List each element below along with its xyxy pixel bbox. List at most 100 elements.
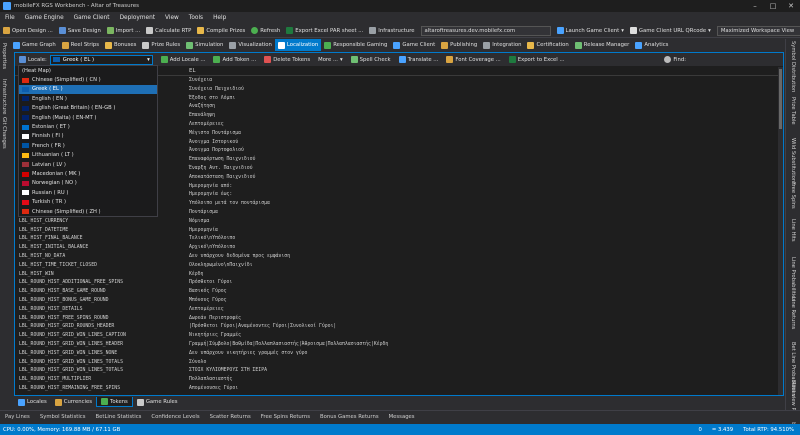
token-value-el[interactable]: Γραμμή|Σύμβολο|Βαθμίδα|Πολλαπλασιαστής|Ά… bbox=[189, 342, 388, 347]
spell-check-button[interactable]: Spell Check bbox=[347, 56, 395, 63]
tab-release-manager[interactable]: Release Manager bbox=[572, 39, 633, 51]
table-row[interactable]: LBL_ROUND_HIST_GRID_WIN_LINES_TOTALS Σύνο… bbox=[15, 359, 783, 368]
token-value-el[interactable]: Αποκατάσταση Παιχνιδιού bbox=[189, 175, 255, 180]
bottom-tab-confidence-levels[interactable]: Confidence Levels bbox=[146, 414, 204, 420]
table-row[interactable]: LBL_HIST_CURRENCY Νόμισμα bbox=[15, 218, 783, 227]
open-design-button[interactable]: Open Design ... bbox=[0, 27, 56, 34]
token-value-el[interactable]: Δωρεάν Περιστροφές bbox=[189, 316, 241, 321]
tab-visualization[interactable]: Visualization bbox=[226, 39, 274, 51]
locale-option[interactable]: Estonian ( ET ) bbox=[19, 122, 157, 131]
infrastructure-side-tab[interactable]: Infrastructure bbox=[1, 79, 7, 115]
token-value-el[interactable]: Πρόσθετοι Γύροι bbox=[189, 280, 232, 285]
locale-combo[interactable]: Greek ( EL ) ▾ bbox=[49, 54, 153, 65]
locale-option[interactable]: Finnish ( FI ) bbox=[19, 132, 157, 141]
more-button[interactable]: More ... ▾ bbox=[314, 57, 347, 63]
table-row[interactable]: LBL_HIST_WIN Κέρδη bbox=[15, 271, 783, 280]
token-value-el[interactable]: Λεπτομέρειες bbox=[189, 122, 224, 127]
tab-analytics[interactable]: Analytics bbox=[632, 39, 671, 51]
git-changes-side-tab[interactable]: Git Changes bbox=[1, 117, 7, 149]
token-value-el[interactable]: Λεπτομέρειες bbox=[189, 307, 224, 312]
side-tab-line-hits[interactable]: Line Hits bbox=[790, 219, 796, 242]
qrcode-button[interactable]: Game Client URL QRcode ▾ bbox=[627, 27, 714, 34]
locale-option[interactable]: English ( EN ) bbox=[19, 94, 157, 103]
properties-side-tab[interactable]: Properties bbox=[1, 43, 7, 69]
tab-simulation[interactable]: Simulation bbox=[183, 39, 226, 51]
side-tab-prize-table[interactable]: Prize Table bbox=[790, 97, 796, 125]
token-value-el[interactable]: ΣΤΟΙΧ ΚΥΛΙΟΜΕΡΟΥΣ ΣΤΗ ΣΕΙΡΑ bbox=[189, 368, 267, 373]
subtab-currencies[interactable]: Currencies bbox=[51, 397, 96, 407]
bottom-tab-scatter-returns[interactable]: Scatter Returns bbox=[205, 414, 256, 420]
bottom-tab-messages[interactable]: Messages bbox=[384, 414, 420, 420]
token-value-el[interactable]: Ημερομηνία από: bbox=[189, 184, 232, 189]
tab-reel-strips[interactable]: Reel Strips bbox=[59, 39, 102, 51]
side-tab-free-spins[interactable]: Free Spins bbox=[790, 182, 796, 209]
table-row[interactable]: LBL_ROUND_HIST_BASE_GAME_ROUND Βασικός Γύ… bbox=[15, 288, 783, 297]
calculate-rtp-button[interactable]: Calculate RTP bbox=[143, 27, 194, 34]
token-value-el[interactable]: Συνέχεια bbox=[189, 78, 212, 83]
token-value-el[interactable]: Μπόνους Γύρος bbox=[189, 298, 227, 303]
font-coverage-button[interactable]: Font Coverage ... bbox=[442, 56, 504, 63]
bottom-tab-free-spins-returns[interactable]: Free Spins Returns bbox=[256, 414, 315, 420]
token-value-el[interactable]: Αρχικό\nΥπόλοιπο bbox=[189, 245, 235, 250]
launch-client-button[interactable]: Launch Game Client ▾ bbox=[554, 27, 627, 34]
table-row[interactable]: LBL_ROUND_HIST_GRID_WIN_LINES_HEADER Γραμ… bbox=[15, 341, 783, 350]
locale-option[interactable]: Russian ( RU ) bbox=[19, 188, 157, 197]
infrastructure-combo[interactable]: altaroftreasures.dev.mobilefx.com bbox=[418, 25, 554, 36]
locale-option[interactable]: English (Great Britain) ( EN-GB ) bbox=[19, 104, 157, 113]
tab-publishing[interactable]: Publishing bbox=[438, 39, 480, 51]
locale-selector[interactable]: Locale: Greek ( EL ) ▾ bbox=[15, 54, 157, 65]
token-value-el[interactable]: Ημερομηνία bbox=[189, 228, 218, 233]
table-row[interactable]: LBL_ROUND_HIST_GRID_WIN_LINES_NONE Δεν υπ… bbox=[15, 350, 783, 359]
token-value-el[interactable]: Πολλαπλασιαστής bbox=[189, 377, 232, 382]
locale-option[interactable]: Latvian ( LV ) bbox=[19, 160, 157, 169]
table-row[interactable]: LBL_ROUND_HIST_ADDITIONAL_FREE_SPINS Πρόσ… bbox=[15, 279, 783, 288]
bottom-tab-bonus-games-returns[interactable]: Bonus Games Returns bbox=[315, 414, 384, 420]
token-value-el[interactable]: Κέρδη bbox=[189, 272, 203, 277]
compile-prizes-button[interactable]: Compile Prizes bbox=[194, 27, 248, 34]
refresh-button[interactable]: Refresh bbox=[248, 27, 283, 34]
menu-item-view[interactable]: View bbox=[160, 15, 184, 21]
menu-item-deployment[interactable]: Deployment bbox=[115, 15, 160, 21]
tab-prize-rules[interactable]: Prize Rules bbox=[139, 39, 183, 51]
table-row[interactable]: LBL_ROUND_HIST_MULTIPLIER Πολλαπλασιαστής bbox=[15, 376, 783, 385]
bottom-tab-symbol-statistics[interactable]: Symbol Statistics bbox=[35, 414, 91, 420]
table-row[interactable]: LBL_HIST_FINAL_BALANCE Τελικό\nΥπόλοιπο bbox=[15, 235, 783, 244]
menu-item-file[interactable]: File bbox=[0, 15, 20, 21]
tab-game-graph[interactable]: Game Graph bbox=[10, 39, 59, 51]
maximize-icon[interactable]: □ bbox=[764, 2, 782, 10]
token-value-el[interactable]: Δεν υπάρχουν δεδομένα προς εμφάνιση bbox=[189, 254, 290, 259]
token-value-el[interactable]: Συνέχεια Παιχνιδιού bbox=[189, 87, 244, 92]
token-value-el[interactable]: Ημερομηνία έως: bbox=[189, 192, 232, 197]
table-row[interactable]: LBL_HIST_TIME_TICKET_CLOSED Ολοκληρωμένο\… bbox=[15, 262, 783, 271]
bottom-tab-pay-lines[interactable]: Pay Lines bbox=[0, 414, 35, 420]
locale-option[interactable]: French ( FR ) bbox=[19, 141, 157, 150]
token-value-el[interactable]: Δεν υπάρχουν νικητήριες γραμμές στον γύρ… bbox=[189, 351, 307, 356]
find-input[interactable] bbox=[689, 54, 779, 65]
side-tab-line-probabilities[interactable]: Line Probabilities bbox=[790, 257, 796, 301]
token-value-el[interactable]: Μέγιστο Ποντάρισμα bbox=[189, 131, 241, 136]
add-token-button[interactable]: Add Token ... bbox=[209, 56, 260, 63]
save-design-button[interactable]: Save Design bbox=[56, 27, 104, 34]
table-row[interactable]: LBL_ROUND_HIST_GRID_ROUNDS_HEADER |Πρόσθε… bbox=[15, 323, 783, 332]
workspace-combo[interactable]: Maximized Workspace View bbox=[714, 25, 800, 36]
locale-option[interactable]: Chinese (Simplified) ( CN ) bbox=[19, 75, 157, 84]
close-icon[interactable]: ✕ bbox=[782, 2, 800, 10]
grid-scrollbar[interactable] bbox=[778, 67, 783, 395]
tab-game-client[interactable]: Game Client bbox=[390, 39, 438, 51]
table-row[interactable]: LBL_ROUND_HIST_FREE_SPINS_ROUND Δωρεάν Πε… bbox=[15, 315, 783, 324]
menu-item-game-client[interactable]: Game Client bbox=[69, 15, 115, 21]
side-tab-wild-substitutions[interactable]: Wild Substitutions bbox=[790, 138, 796, 185]
subtab-tokens[interactable]: Tokens bbox=[95, 397, 133, 407]
token-value-el[interactable]: Έξοδος στο Λόμπι bbox=[189, 96, 235, 101]
locale-option[interactable]: English (Malta) ( EN-MT ) bbox=[19, 113, 157, 122]
tab-certification[interactable]: Certification bbox=[524, 39, 571, 51]
token-value-el[interactable]: Επαναφόρτωση Παιχνιδιού bbox=[189, 157, 255, 162]
infrastructure-value[interactable]: altaroftreasures.dev.mobilefx.com bbox=[420, 25, 551, 36]
locale-option[interactable]: Chinese (Simplified) ( ZH ) bbox=[19, 207, 157, 216]
import-button[interactable]: Import ... bbox=[104, 27, 143, 34]
side-tab-line-returns[interactable]: Line Returns bbox=[790, 297, 796, 329]
table-row[interactable]: LBL_HIST_DATETIME Ημερομηνία bbox=[15, 227, 783, 236]
table-row[interactable]: LBL_ROUND_HIST_DETAILS Λεπτομέρειες bbox=[15, 306, 783, 315]
side-tab-symbol-distribution[interactable]: Symbol Distribution bbox=[790, 41, 796, 92]
menu-item-game-engine[interactable]: Game Engine bbox=[20, 15, 69, 21]
